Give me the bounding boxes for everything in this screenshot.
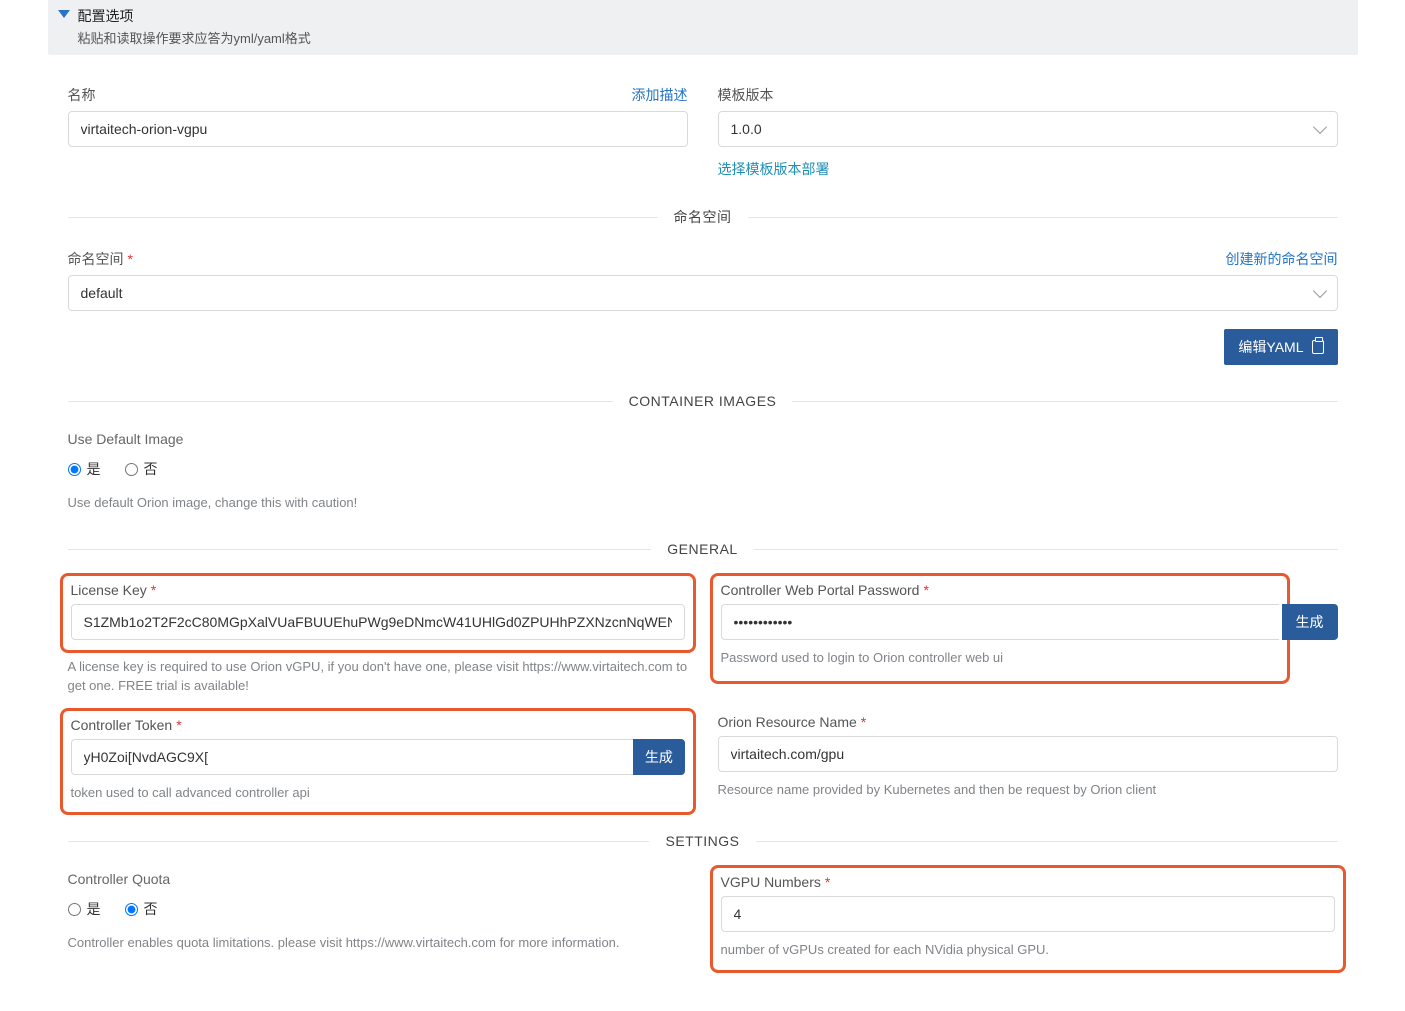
name-input[interactable] xyxy=(68,111,688,147)
resource-name-label: Orion Resource Name* xyxy=(718,714,1338,730)
template-version-label: 模板版本 xyxy=(718,85,774,105)
section-general: GENERAL xyxy=(68,541,1338,557)
highlight-license-key: License Key* xyxy=(60,573,696,653)
use-default-image-no[interactable]: 否 xyxy=(125,459,158,479)
controller-token-label: Controller Token* xyxy=(71,717,685,733)
resource-name-input[interactable] xyxy=(718,736,1338,772)
resource-name-help: Resource name provided by Kubernetes and… xyxy=(718,780,1338,800)
namespace-value: default xyxy=(81,285,123,301)
controller-quota-no[interactable]: 否 xyxy=(125,899,158,919)
chevron-down-icon xyxy=(1312,120,1326,134)
vgpu-numbers-label: VGPU Numbers* xyxy=(721,874,1335,890)
collapse-toggle-icon xyxy=(58,10,70,18)
use-default-image-help: Use default Orion image, change this wit… xyxy=(68,493,1338,513)
namespace-label: 命名空间* xyxy=(68,249,133,269)
controller-token-input[interactable] xyxy=(71,739,634,775)
section-container-images: CONTAINER IMAGES xyxy=(68,393,1338,409)
choose-template-version-link[interactable]: 选择模板版本部署 xyxy=(718,161,830,177)
license-key-input[interactable] xyxy=(71,604,685,640)
controller-quota-label: Controller Quota xyxy=(68,871,688,887)
add-description-link[interactable]: 添加描述 xyxy=(632,85,688,105)
highlight-portal-password: Controller Web Portal Password* Password… xyxy=(710,573,1290,685)
edit-yaml-button[interactable]: 编辑YAML xyxy=(1224,329,1337,365)
section-namespace: 命名空间 xyxy=(68,207,1338,227)
use-default-image-label: Use Default Image xyxy=(68,431,1338,447)
portal-password-input[interactable] xyxy=(721,604,1279,640)
portal-password-generate-button[interactable]: 生成 xyxy=(1282,604,1338,640)
name-label: 名称 xyxy=(68,85,96,105)
portal-password-help: Password used to login to Orion controll… xyxy=(721,648,1279,668)
header-title: 配置选项 xyxy=(78,6,311,26)
highlight-vgpu-numbers: VGPU Numbers* number of vGPUs created fo… xyxy=(710,865,1346,973)
vgpu-numbers-input[interactable] xyxy=(721,896,1335,932)
license-key-help: A license key is required to use Orion v… xyxy=(68,657,688,696)
controller-token-help: token used to call advanced controller a… xyxy=(71,783,685,803)
clipboard-icon xyxy=(1312,340,1324,354)
controller-token-generate-button[interactable]: 生成 xyxy=(633,739,684,775)
create-namespace-link[interactable]: 创建新的命名空间 xyxy=(1226,249,1338,269)
controller-quota-yes[interactable]: 是 xyxy=(68,899,101,919)
vgpu-numbers-help: number of vGPUs created for each NVidia … xyxy=(721,940,1335,960)
license-key-label: License Key* xyxy=(71,582,685,598)
namespace-select[interactable]: default xyxy=(68,275,1338,311)
controller-quota-help: Controller enables quota limitations. pl… xyxy=(68,933,688,953)
header-subtitle: 粘贴和读取操作要求应答为yml/yaml格式 xyxy=(78,28,311,47)
use-default-image-yes[interactable]: 是 xyxy=(68,459,101,479)
template-version-value: 1.0.0 xyxy=(731,121,762,137)
portal-password-label: Controller Web Portal Password* xyxy=(721,582,1279,598)
chevron-down-icon xyxy=(1312,284,1326,298)
highlight-controller-token: Controller Token* 生成 token used to call … xyxy=(60,708,696,816)
section-settings: SETTINGS xyxy=(68,833,1338,849)
template-version-select[interactable]: 1.0.0 xyxy=(718,111,1338,147)
config-options-header[interactable]: 配置选项 粘贴和读取操作要求应答为yml/yaml格式 xyxy=(48,0,1358,55)
